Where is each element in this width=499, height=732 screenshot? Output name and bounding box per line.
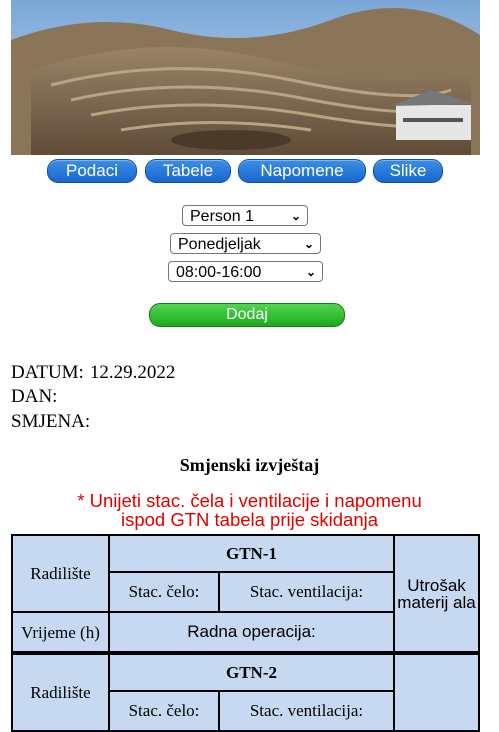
- radna-operacija-cell: Radna operacija:: [108, 611, 395, 653]
- warning-line-2: ispod GTN tabela prije skidanja: [120, 509, 379, 530]
- chevron-down-icon: ⌄: [303, 237, 314, 251]
- nav-button-podaci[interactable]: Podaci: [47, 159, 137, 183]
- datum-line: DATUM: 12.29.2022: [11, 361, 175, 385]
- stac-celo-cell: Stac. čelo:: [108, 690, 220, 732]
- nav-bar: Podaci Tabele Napomene Slike: [47, 159, 467, 183]
- warning-line-1: * Unijeti stac. čela i ventilacije i nap…: [77, 490, 422, 511]
- gtn-1-header: GTN-1: [108, 534, 395, 573]
- gtn-2-table: Radilište GTN-2 Stac. čelo: Stac. ventil…: [11, 653, 480, 732]
- warning-note: * Unijeti stac. čela i ventilacije i nap…: [0, 491, 499, 529]
- vrijeme-cell: Vrijeme (h): [11, 611, 110, 653]
- add-button[interactable]: Dodaj: [149, 303, 345, 327]
- datum-label: DATUM:: [11, 362, 84, 383]
- shift-select-value: 08:00-16:00: [176, 264, 262, 281]
- gtn-2-header: GTN-2: [108, 653, 395, 692]
- day-select[interactable]: Ponedjeljak ⌄: [170, 233, 321, 254]
- day-select-value: Ponedjeljak: [178, 236, 261, 253]
- chevron-down-icon: ⌄: [305, 265, 316, 279]
- stac-ventilacija-cell: Stac. ventilacija:: [218, 690, 395, 732]
- hero-mine-image: [11, 0, 480, 155]
- dan-label: DAN:: [11, 386, 58, 407]
- gtn-1-table: Radilište GTN-1 Utrošak materij ala Stac…: [11, 534, 480, 653]
- stac-celo-cell: Stac. čelo:: [108, 571, 220, 613]
- nav-button-tabele[interactable]: Tabele: [145, 159, 231, 183]
- stac-ventilacija-cell: Stac. ventilacija:: [218, 571, 395, 613]
- smjena-label: SMJENA:: [11, 411, 91, 432]
- radiliste-cell: Radilište: [11, 653, 110, 732]
- chevron-down-icon: ⌄: [290, 209, 301, 223]
- utrosak-materijala-cell: [393, 653, 480, 732]
- utrosak-materijala-cell: Utrošak materij ala: [393, 534, 480, 653]
- person-select-value: Person 1: [190, 208, 255, 225]
- person-select[interactable]: Person 1 ⌄: [182, 205, 308, 226]
- datum-value: 12.29.2022: [89, 362, 176, 383]
- nav-button-slike[interactable]: Slike: [373, 159, 443, 183]
- report-title: Smjenski izvještaj: [179, 455, 320, 475]
- radiliste-cell: Radilište: [11, 534, 110, 613]
- nav-button-napomene[interactable]: Napomene: [238, 159, 366, 183]
- shift-select[interactable]: 08:00-16:00 ⌄: [168, 261, 323, 282]
